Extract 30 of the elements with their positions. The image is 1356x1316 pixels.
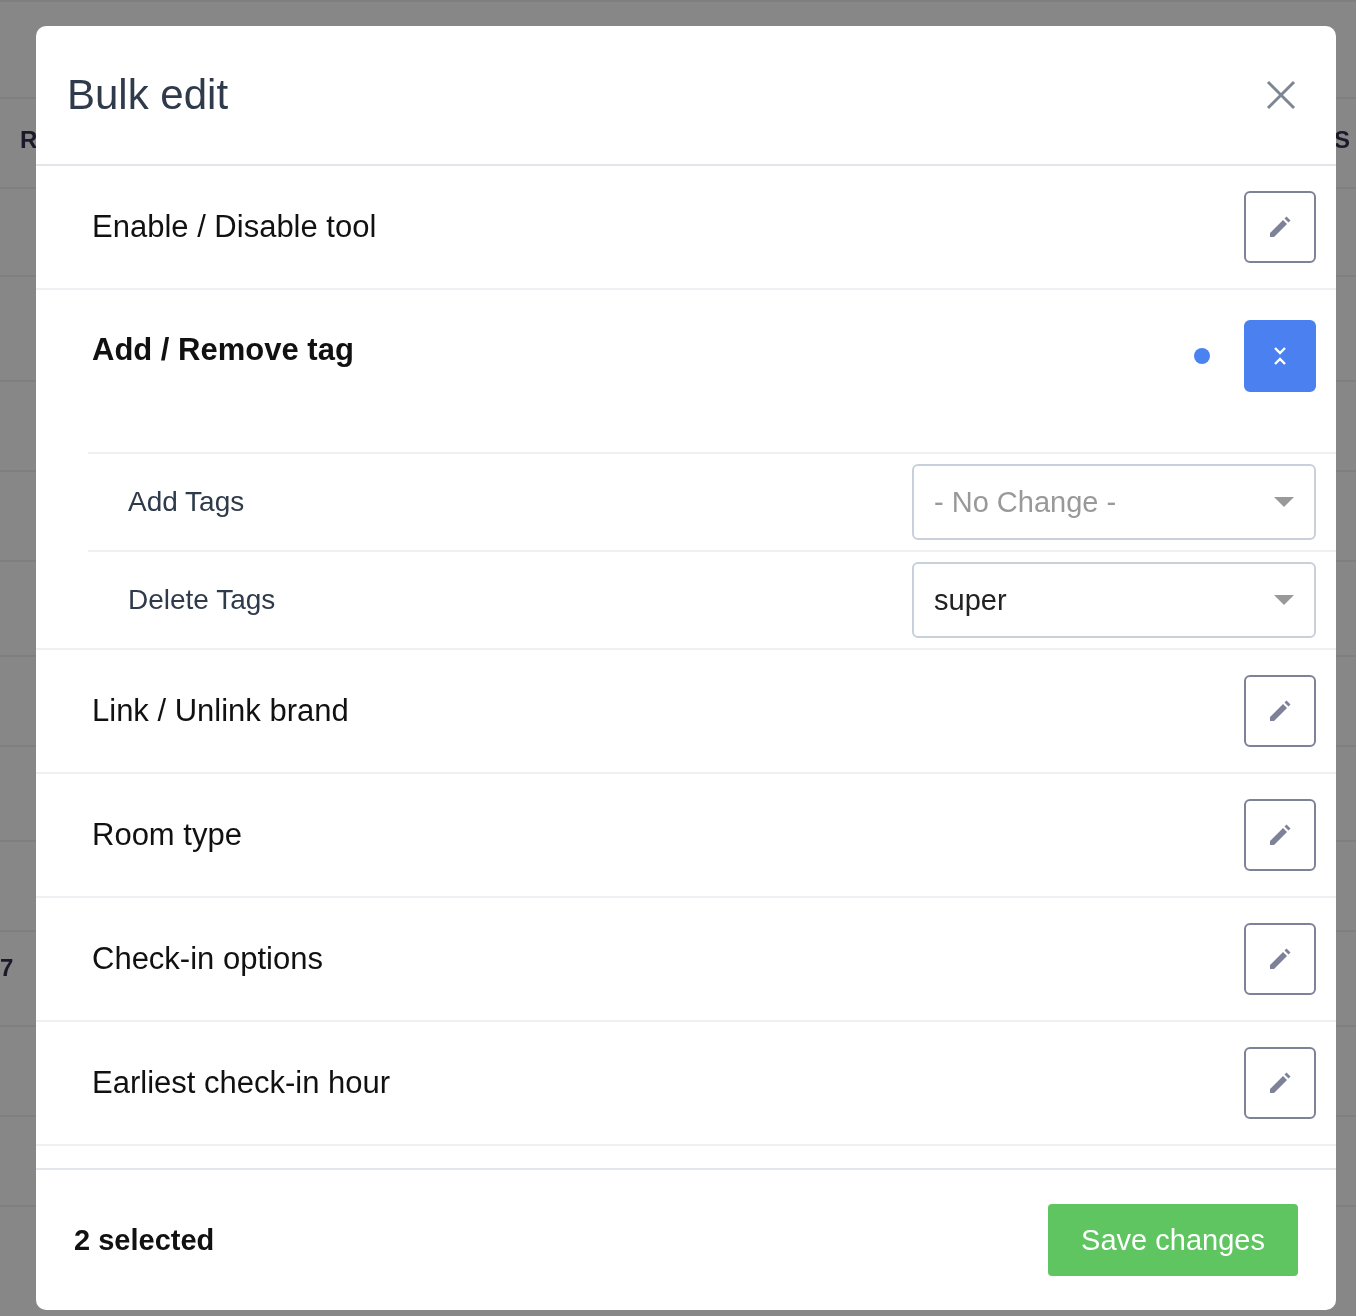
- select-field[interactable]: - No Change -: [912, 464, 1316, 540]
- section-title: Room type: [92, 817, 243, 853]
- dropdown-icon: [1274, 497, 1294, 507]
- section-title: Link / Unlink brand: [92, 693, 350, 729]
- collapse-icon: [1274, 347, 1286, 365]
- field-label: Add Tags: [128, 486, 245, 518]
- section-title: Enable / Disable tool: [92, 209, 378, 245]
- background-text: S: [1334, 128, 1350, 152]
- background-text: 7: [0, 956, 14, 980]
- section-title: Add / Remove tag: [92, 332, 355, 368]
- dropdown-icon: [1274, 595, 1294, 605]
- section-title: Check-in options: [92, 941, 324, 977]
- close-icon[interactable]: [1266, 80, 1296, 110]
- pencil-icon: [1269, 700, 1291, 722]
- select-field[interactable]: super: [912, 562, 1316, 638]
- pencil-icon: [1269, 824, 1291, 846]
- save-button[interactable]: Save changes: [1048, 1204, 1298, 1276]
- selection-count: 2 selected: [74, 1223, 215, 1257]
- edit-button[interactable]: [1244, 799, 1316, 871]
- edit-button[interactable]: [1244, 191, 1316, 263]
- edit-button[interactable]: [1244, 1047, 1316, 1119]
- edit-button[interactable]: [1244, 923, 1316, 995]
- pencil-icon: [1269, 216, 1291, 238]
- pencil-icon: [1269, 948, 1291, 970]
- pencil-icon: [1269, 1072, 1291, 1094]
- background-text: R: [20, 128, 38, 152]
- section-title: Earliest check-in hour: [92, 1065, 392, 1101]
- field-label: Delete Tags: [128, 584, 276, 616]
- edit-button[interactable]: [1244, 675, 1316, 747]
- dialog-title: Bulk edit: [67, 71, 229, 119]
